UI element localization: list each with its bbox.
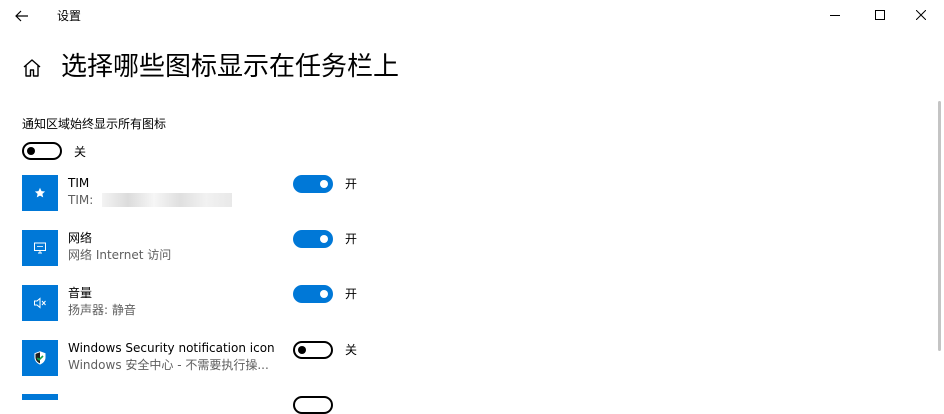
toggle-knob xyxy=(27,147,35,155)
minimize-icon xyxy=(830,15,840,16)
item-name: 音量 xyxy=(68,286,93,300)
list-item-windows-security: Windows Security notification icon Windo… xyxy=(22,340,422,380)
scrollbar[interactable] xyxy=(938,101,941,351)
item-name: TIM xyxy=(68,176,90,190)
item-name: 网络 xyxy=(68,231,93,245)
minimize-button[interactable] xyxy=(812,0,858,30)
back-button[interactable] xyxy=(10,4,34,28)
item-description: Windows 安全中心 - 不需要执行操... xyxy=(68,358,269,372)
toggle-knob xyxy=(320,180,328,188)
network-toggle[interactable] xyxy=(293,230,333,248)
tim-toggle[interactable] xyxy=(293,175,333,193)
item-description: 网络 Internet 访问 xyxy=(68,248,172,262)
toggle-knob xyxy=(320,235,328,243)
toggle-row-network: 开 xyxy=(293,230,357,248)
close-icon xyxy=(916,10,926,20)
list-item-tim: TIM TIM: xyxy=(22,175,422,215)
item-name: Windows Security notification icon xyxy=(68,341,275,355)
item-description: TIM: xyxy=(68,193,94,207)
maximize-icon xyxy=(875,10,885,20)
speaker-muted-icon xyxy=(34,297,46,309)
toggle-knob xyxy=(298,346,306,354)
partial-toggle[interactable] xyxy=(293,396,333,414)
list-item-network: 网络 网络 Internet 访问 xyxy=(22,230,422,270)
title-bar: 设置 xyxy=(0,0,944,32)
item-icon-tile xyxy=(22,340,58,376)
toggle-row-volume: 开 xyxy=(293,285,357,303)
home-button[interactable] xyxy=(21,57,43,79)
redacted-text xyxy=(102,193,232,207)
network-state: 开 xyxy=(345,232,358,246)
always-show-toggle[interactable] xyxy=(22,142,62,160)
item-description: 扬声器: 静音 xyxy=(68,303,136,317)
shield-check-icon xyxy=(34,351,46,365)
home-icon xyxy=(23,59,41,77)
always-show-label: 通知区域始终显示所有图标 xyxy=(22,117,167,131)
volume-state: 开 xyxy=(345,287,358,301)
windows-security-toggle[interactable] xyxy=(293,341,333,359)
close-button[interactable] xyxy=(898,0,944,30)
item-icon-tile xyxy=(22,175,58,211)
toggle-knob xyxy=(320,290,328,298)
list-item-volume: 音量 扬声器: 静音 xyxy=(22,285,422,325)
maximize-button[interactable] xyxy=(857,0,903,30)
toggle-row-tim: 开 xyxy=(293,175,357,193)
tim-state: 开 xyxy=(345,177,358,191)
page-title: 选择哪些图标显示在任务栏上 xyxy=(61,52,400,82)
network-monitor-icon xyxy=(34,242,46,254)
toggle-row-windows-security: 关 xyxy=(293,341,357,359)
item-icon-tile xyxy=(22,285,58,321)
window-title: 设置 xyxy=(57,9,82,23)
volume-toggle[interactable] xyxy=(293,285,333,303)
back-arrow-icon xyxy=(15,10,28,22)
star-icon xyxy=(34,187,46,198)
windows-security-state: 关 xyxy=(345,343,358,357)
always-show-row: 关 xyxy=(22,141,86,161)
always-show-state: 关 xyxy=(74,144,87,159)
list-item-partial-tile xyxy=(22,394,58,400)
item-icon-tile xyxy=(22,230,58,266)
